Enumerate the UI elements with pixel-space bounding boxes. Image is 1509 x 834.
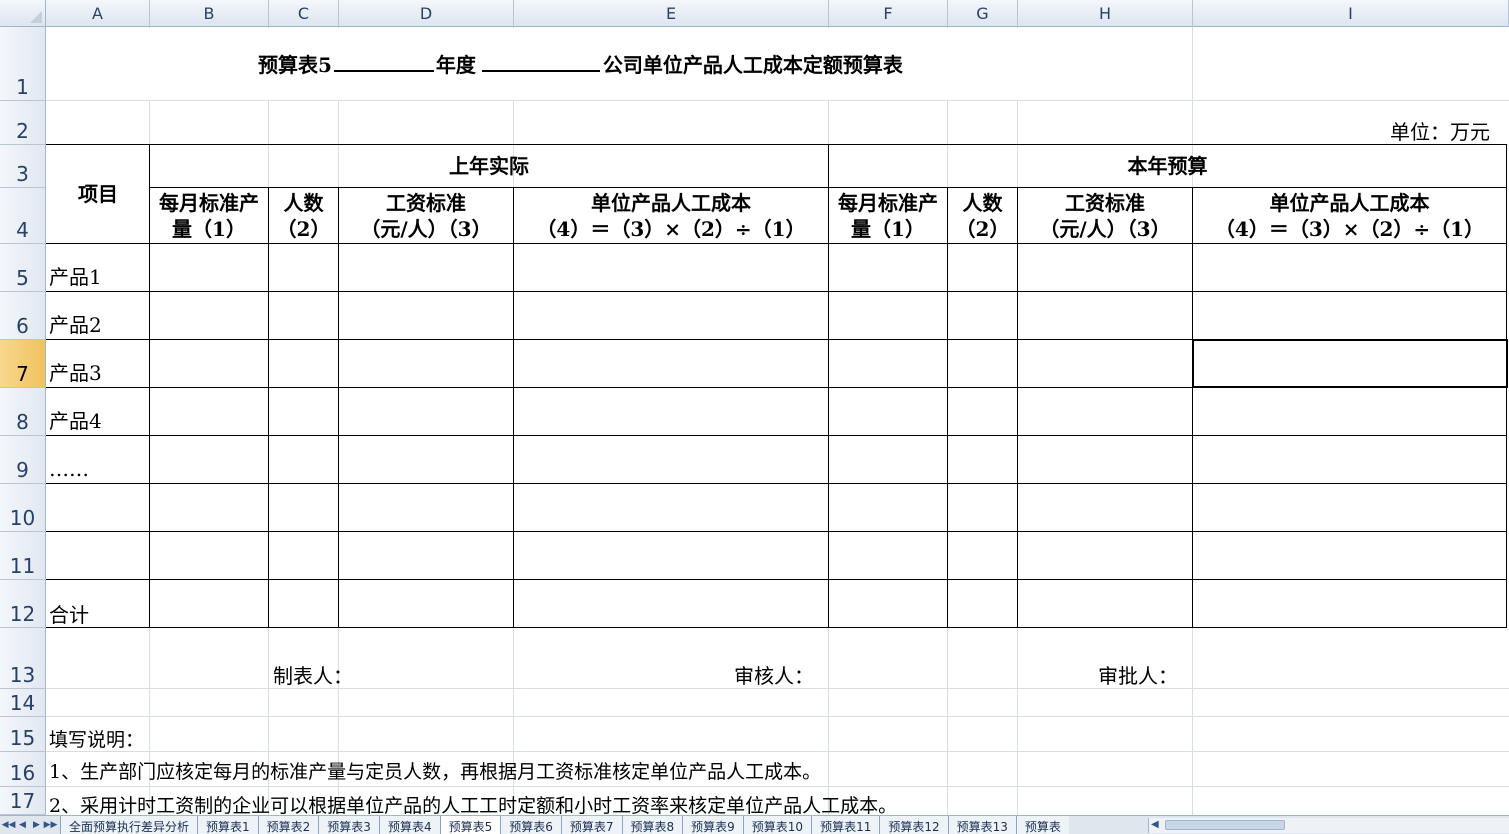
page-title: 预算表5 年度 公司单位产品人工成本定额预算表	[258, 53, 903, 77]
scroll-left-icon[interactable]: ◀	[1151, 819, 1159, 830]
sheet-tab[interactable]: 预算表11	[811, 816, 880, 834]
column-header-h[interactable]: H	[1018, 0, 1193, 27]
row-header-8[interactable]: 8	[0, 388, 46, 436]
notes-heading: 填写说明：	[49, 729, 145, 751]
sheet-tab[interactable]: 预算表4	[378, 816, 440, 834]
item-row-7[interactable]: 产品3	[49, 363, 102, 383]
sheet-tab[interactable]: 全面预算执行差异分析	[60, 816, 198, 834]
column-header-g[interactable]: G	[948, 0, 1018, 27]
notes-line-1: 1、生产部门应核定每月的标准产量与定员人数，再根据月工资标准核定单位产品人工成本…	[49, 761, 822, 783]
header-this-year: 本年预算	[1127, 154, 1208, 178]
notes-line-2: 2、采用计时工资制的企业可以根据单位产品的人工工时定额和小时工资率来核定单位产品…	[49, 795, 898, 817]
reviewer-label: 审核人：	[734, 664, 814, 688]
row-header-10[interactable]: 10	[0, 484, 46, 532]
sheet-tab[interactable]: 预算表2	[257, 816, 319, 834]
item-row-9[interactable]: ……	[49, 459, 89, 479]
item-row-6[interactable]: 产品2	[49, 315, 102, 335]
row-header-6[interactable]: 6	[0, 292, 46, 340]
sheet-tab[interactable]: 预算表13	[947, 816, 1016, 834]
prev-sheet-icon[interactable]: ◀	[16, 817, 29, 832]
column-header-a[interactable]: A	[46, 0, 150, 27]
row-header-1[interactable]: 1	[0, 27, 46, 101]
row-header-9[interactable]: 9	[0, 436, 46, 484]
item-row-8[interactable]: 产品4	[49, 411, 102, 431]
column-header-d[interactable]: D	[339, 0, 514, 27]
sheet-tab[interactable]: 预算表	[1015, 816, 1069, 834]
sheet-tab[interactable]: 预算表12	[879, 816, 948, 834]
sheet-tab[interactable]: 预算表3	[318, 816, 379, 834]
header-item: 项目	[78, 182, 118, 206]
selected-cell[interactable]	[1192, 339, 1508, 388]
column-header-i[interactable]: I	[1193, 0, 1509, 27]
row-header-16[interactable]: 16	[0, 752, 46, 787]
row-header-11[interactable]: 11	[0, 532, 46, 580]
row-header-2[interactable]: 2	[0, 101, 46, 145]
row-header-12[interactable]: 12	[0, 580, 46, 628]
row-header-4[interactable]: 4	[0, 188, 46, 244]
row-header-5[interactable]: 5	[0, 244, 46, 292]
header-headcount-last: 人数 （2）	[276, 190, 331, 241]
header-wage-last: 工资标准 （元/人）（3）	[360, 190, 492, 241]
sheet-tab[interactable]: 预算表1	[197, 816, 258, 834]
header-wage-this: 工资标准 （元/人）（3）	[1039, 190, 1171, 241]
row-header-3[interactable]: 3	[0, 145, 46, 188]
header-monthly-output-last: 每月标准产 量（1）	[159, 190, 259, 241]
row-header-15[interactable]: 15	[0, 717, 46, 752]
header-headcount-this: 人数 （2）	[955, 190, 1010, 241]
row-header-7[interactable]: 7	[0, 340, 46, 388]
column-header-e[interactable]: E	[514, 0, 829, 27]
unit-label: 单位：万元	[1390, 120, 1490, 144]
approver-label: 审批人：	[1098, 664, 1178, 688]
select-all-corner[interactable]	[0, 0, 46, 27]
sheet-tab[interactable]: 预算表9	[682, 816, 743, 834]
item-row-12-total[interactable]: 合计	[49, 605, 89, 625]
sheet-tab[interactable]: 预算表7	[560, 816, 622, 834]
column-header-b[interactable]: B	[150, 0, 269, 27]
header-monthly-output-this: 每月标准产 量（1）	[838, 190, 938, 241]
scrollbar-thumb[interactable]	[1165, 820, 1285, 830]
first-sheet-icon[interactable]: ◀◀	[2, 817, 16, 832]
row-header-17[interactable]: 17	[0, 787, 46, 815]
sheet-tab[interactable]: 预算表8	[621, 816, 683, 834]
preparer-label: 制表人：	[273, 664, 353, 688]
row-header-14[interactable]: 14	[0, 689, 46, 717]
header-unit-cost-last: 单位产品人工成本 （4）＝（3）×（2）÷（1）	[536, 190, 806, 241]
sheet-tab-bar: ◀◀ ◀ ▶ ▶▶ 全面预算执行差异分析 预算表1 预算表2 预算表3 预算表4…	[0, 815, 1509, 834]
header-last-year: 上年实际	[449, 154, 529, 178]
last-sheet-icon[interactable]: ▶▶	[44, 817, 58, 832]
next-sheet-icon[interactable]: ▶	[30, 817, 43, 832]
column-header-f[interactable]: F	[829, 0, 948, 27]
sheet-tab[interactable]: 预算表6	[500, 816, 561, 834]
sheet-tab-active[interactable]: 预算表5	[439, 816, 501, 834]
sheet-tab[interactable]: 预算表10	[742, 816, 812, 834]
header-unit-cost-this: 单位产品人工成本 （4）＝（3）×（2）÷（1）	[1214, 190, 1485, 241]
horizontal-scrollbar[interactable]: ◀	[1148, 818, 1509, 833]
item-row-5[interactable]: 产品1	[49, 267, 102, 287]
column-header-c[interactable]: C	[269, 0, 339, 27]
row-header-13[interactable]: 13	[0, 628, 46, 689]
